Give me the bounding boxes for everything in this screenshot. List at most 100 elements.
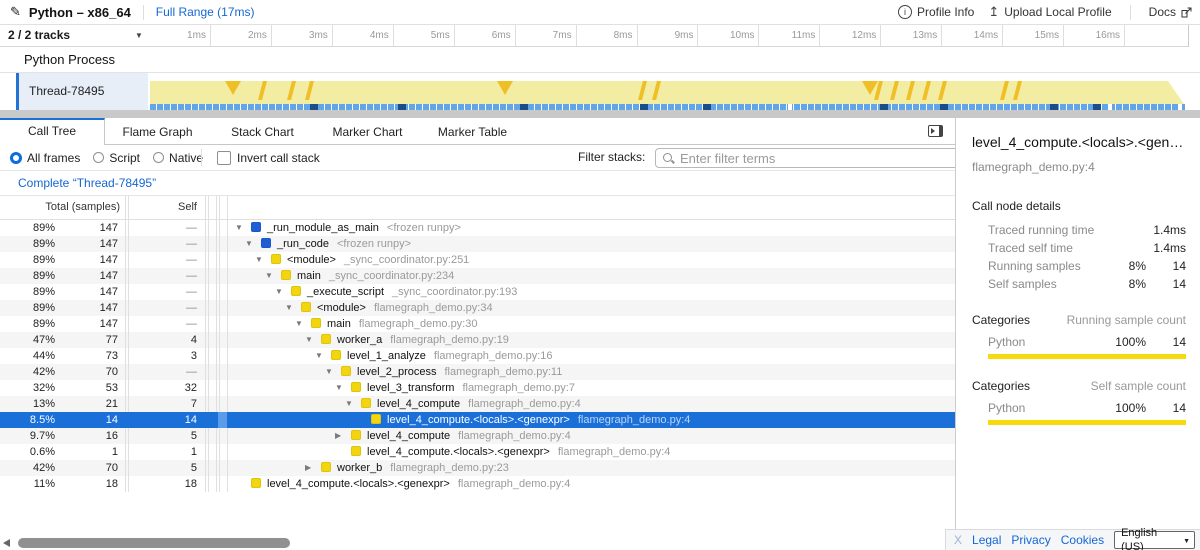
call-tree-row[interactable]: 32%5332▼level_3_transformflamegraph_demo… <box>0 380 955 396</box>
function-name: level_4_compute.<locals>.<genexpr> <box>267 478 450 490</box>
expand-arrow-icon[interactable]: ▼ <box>324 364 341 380</box>
file-location: flamegraph_demo.py:7 <box>462 382 575 394</box>
tab-call-tree[interactable]: Call Tree <box>0 118 105 145</box>
categories-heading: CategoriesSelf sample count <box>972 379 1186 394</box>
call-tree-row[interactable]: 89%147—▼_execute_script_sync_coordinator… <box>0 284 955 300</box>
call-tree-row[interactable]: 89%147—▼<module>flamegraph_demo.py:34 <box>0 300 955 316</box>
horizontal-scrollbar-thumb[interactable] <box>18 538 290 548</box>
sidebar-detail-row: Running samples8%14 <box>972 257 1186 275</box>
row-tree-cell: ▼mainflamegraph_demo.py:30 <box>0 316 955 332</box>
jank-marker-triangle-icon[interactable] <box>497 81 513 95</box>
radio-dot[interactable] <box>153 152 164 163</box>
radio-script[interactable]: Script <box>93 151 140 165</box>
profile-name: Python – x86_64 <box>29 5 131 20</box>
filter-stacks-input[interactable] <box>655 148 978 168</box>
expand-arrow-icon[interactable]: ▼ <box>254 252 271 268</box>
expand-arrow-icon[interactable]: ▼ <box>264 268 281 284</box>
marker-slash-icon[interactable] <box>305 81 314 100</box>
category-color-box <box>321 334 331 344</box>
row-tree-cell: ▶level_4_computeflamegraph_demo.py:4 <box>0 428 955 444</box>
row-tree-cell: ▼_run_code<frozen runpy> <box>0 236 955 252</box>
function-name: level_2_process <box>357 366 437 378</box>
scroll-left-arrow-icon[interactable] <box>3 539 10 547</box>
upload-profile-button[interactable]: ↥ Upload Local Profile <box>988 4 1111 20</box>
call-tree-row[interactable]: 8.5%1414level_4_compute.<locals>.<genexp… <box>0 412 955 428</box>
expand-arrow-icon[interactable]: ▼ <box>284 300 301 316</box>
activity-graph <box>150 81 1186 104</box>
call-tree-row[interactable]: 89%147—▼main_sync_coordinator.py:234 <box>0 268 955 284</box>
expand-arrow-icon[interactable]: ▶ <box>304 460 321 476</box>
expand-arrow-icon[interactable]: ▼ <box>304 332 321 348</box>
call-tree-row[interactable]: 44%733▼level_1_analyzeflamegraph_demo.py… <box>0 348 955 364</box>
expand-arrow-icon[interactable]: ▼ <box>274 284 291 300</box>
call-tree-row[interactable]: 9.7%165▶level_4_computeflamegraph_demo.p… <box>0 428 955 444</box>
call-tree-row[interactable]: 47%774▼worker_aflamegraph_demo.py:19 <box>0 332 955 348</box>
expand-arrow-icon[interactable]: ▼ <box>334 380 351 396</box>
marker-slash-icon[interactable] <box>1013 81 1022 100</box>
edit-profile-name-icon[interactable]: ✎ <box>10 4 21 20</box>
marker-slash-icon[interactable] <box>938 81 947 100</box>
call-tree-settings-row: All frames Script Native Invert call stack… <box>0 145 955 171</box>
function-name: _run_code <box>277 238 329 250</box>
tracks-dropdown[interactable]: 2 / 2 tracks ▼ <box>8 25 148 46</box>
jank-marker-triangle-icon[interactable] <box>225 81 241 95</box>
expand-arrow-icon[interactable]: ▼ <box>314 348 331 364</box>
expand-arrow-icon[interactable]: ▶ <box>334 428 351 444</box>
expand-arrow-icon[interactable]: ▼ <box>234 220 251 236</box>
footer-link-privacy[interactable]: Privacy <box>1011 533 1050 547</box>
call-tree-row[interactable]: 13%217▼level_4_computeflamegraph_demo.py… <box>0 396 955 412</box>
call-tree-row[interactable]: 11%1818level_4_compute.<locals>.<genexpr… <box>0 476 955 492</box>
expand-arrow-icon[interactable]: ▼ <box>344 396 361 412</box>
marker-slash-icon[interactable] <box>638 81 647 100</box>
sidebar-details: Traced running time1.4msTraced self time… <box>972 221 1186 293</box>
marker-slash-icon[interactable] <box>906 81 915 100</box>
full-range-breadcrumb[interactable]: Full Range (17ms) <box>156 5 255 19</box>
tab-flame-graph[interactable]: Flame Graph <box>105 118 210 144</box>
thread-label-zone[interactable]: Thread-78495 <box>19 73 148 110</box>
function-name: level_4_compute.<locals>.<genexpr> <box>367 446 550 458</box>
thread-activity-track[interactable] <box>150 73 1186 110</box>
marker-slash-icon[interactable] <box>922 81 931 100</box>
radio-dot[interactable] <box>93 152 104 163</box>
footer-link-x[interactable]: X <box>954 533 962 547</box>
marker-slash-icon[interactable] <box>652 81 661 100</box>
breadcrumb[interactable]: Complete “Thread-78495” <box>18 171 156 195</box>
jank-marker-triangle-icon[interactable] <box>862 81 878 95</box>
process-track-row[interactable]: Python Process <box>0 47 1200 73</box>
invert-checkbox[interactable] <box>217 151 231 165</box>
row-tree-cell: ▼level_4_computeflamegraph_demo.py:4 <box>0 396 955 412</box>
call-tree-row[interactable]: 89%147—▼mainflamegraph_demo.py:30 <box>0 316 955 332</box>
file-location: flamegraph_demo.py:4 <box>468 398 581 410</box>
category-color-box <box>321 462 331 472</box>
file-location: flamegraph_demo.py:11 <box>445 366 563 378</box>
radio-dot[interactable] <box>10 152 22 164</box>
call-tree-row[interactable]: 42%70—▼level_2_processflamegraph_demo.py… <box>0 364 955 380</box>
radio-all-frames[interactable]: All frames <box>10 151 80 165</box>
tab-marker-chart[interactable]: Marker Chart <box>315 118 420 144</box>
marker-slash-icon[interactable] <box>1000 81 1009 100</box>
file-location: flamegraph_demo.py:34 <box>374 302 493 314</box>
docs-link[interactable]: Docs <box>1149 5 1192 19</box>
column-header-total: Total (samples) <box>0 196 120 219</box>
footer-link-cookies[interactable]: Cookies <box>1061 533 1104 547</box>
marker-slash-icon[interactable] <box>890 81 899 100</box>
call-tree-row[interactable]: 0.6%11level_4_compute.<locals>.<genexpr>… <box>0 444 955 460</box>
radio-native[interactable]: Native <box>153 151 203 165</box>
profile-info-button[interactable]: i Profile Info <box>898 5 974 19</box>
call-tree-row[interactable]: 89%147—▼<module>_sync_coordinator.py:251 <box>0 252 955 268</box>
footer-link-legal[interactable]: Legal <box>972 533 1001 547</box>
invert-call-stack-toggle[interactable]: Invert call stack <box>217 145 320 170</box>
call-tree-row[interactable]: 89%147—▼_run_code<frozen runpy> <box>0 236 955 252</box>
call-tree-row[interactable]: 89%147—▼_run_module_as_main<frozen runpy… <box>0 220 955 236</box>
expand-arrow-icon[interactable]: ▼ <box>294 316 311 332</box>
expand-arrow-icon[interactable]: ▼ <box>244 236 261 252</box>
timeline-ruler[interactable]: 1ms2ms3ms4ms5ms6ms7ms8ms9ms10ms11ms12ms1… <box>150 25 1186 46</box>
category-name: Python <box>972 401 1025 415</box>
open-sidebar-icon[interactable] <box>928 125 943 137</box>
marker-slash-icon[interactable] <box>258 81 267 100</box>
tab-marker-table[interactable]: Marker Table <box>420 118 525 144</box>
tab-stack-chart[interactable]: Stack Chart <box>210 118 315 144</box>
language-select[interactable]: English (US) <box>1114 531 1195 549</box>
call-tree-row[interactable]: 42%705▶worker_bflamegraph_demo.py:23 <box>0 460 955 476</box>
marker-slash-icon[interactable] <box>287 81 296 100</box>
